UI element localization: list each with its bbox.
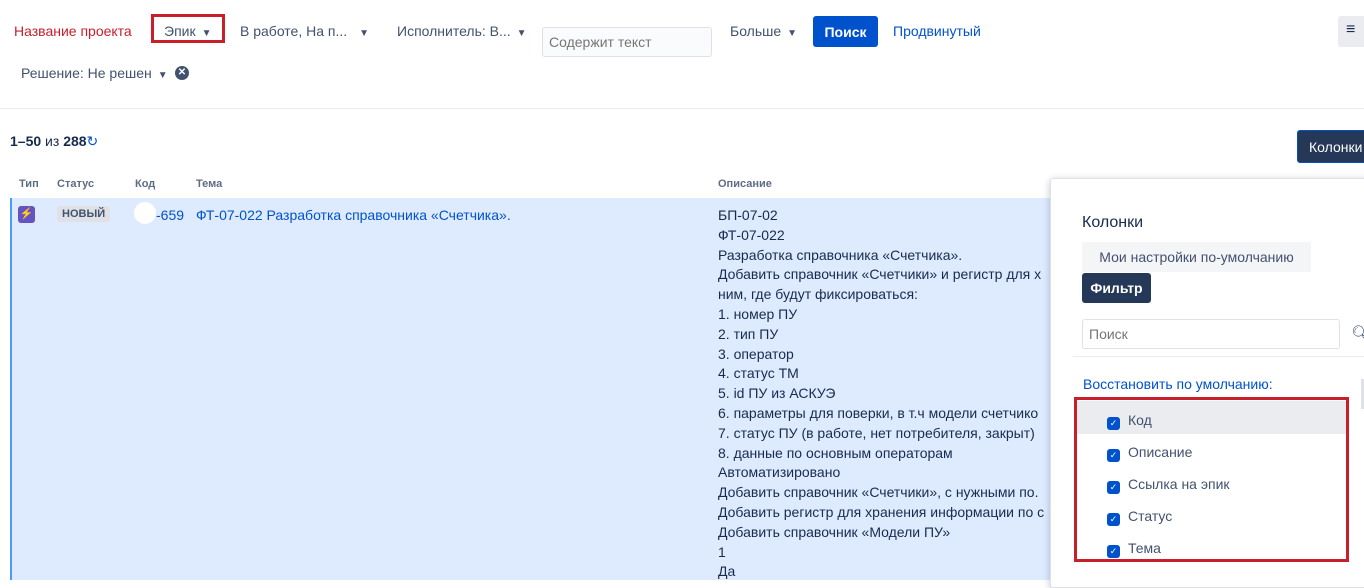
assignee-filter[interactable]: Исполнитель: В... ▼	[397, 23, 527, 39]
menu-icon[interactable]: ≡	[1338, 16, 1364, 47]
description-line: Добавить справочник «Счетчики» и регистр…	[718, 266, 1042, 283]
epic-type-icon: ⚡	[18, 206, 35, 223]
issue-key-link[interactable]: -659	[156, 207, 184, 223]
more-filter[interactable]: Больше ▼	[730, 23, 797, 39]
col-description[interactable]: Описание	[718, 178, 772, 190]
resolution-label: Решение: Не решен	[21, 65, 152, 81]
assignee-label: Исполнитель: В...	[397, 23, 511, 39]
col-key[interactable]: Код	[135, 178, 155, 190]
description-line: 6. параметры для поверки, в т.ч модели с…	[718, 404, 1039, 421]
status-label: В работе, На п...	[240, 23, 348, 39]
filter-button[interactable]: Фильтр	[1082, 273, 1151, 303]
chevron-down-icon: ▼	[787, 28, 798, 39]
column-search-input[interactable]	[1082, 319, 1340, 349]
col-type[interactable]: Тип	[19, 178, 39, 190]
description-line: Добавить справочник «Модели ПУ»	[718, 523, 951, 540]
advanced-link[interactable]: Продвинутый	[893, 23, 981, 39]
search-icon[interactable]: 🔍︎	[1351, 324, 1364, 344]
more-label: Больше	[730, 23, 782, 39]
description-line: 1. номер ПУ	[718, 305, 798, 322]
project-filter[interactable]: Название проекта	[14, 23, 132, 39]
clear-icon[interactable]: ✕	[175, 66, 189, 80]
description-line: Добавить регистр для хранения информации…	[718, 503, 1045, 520]
results-count: 1–50 из 288↻	[10, 133, 99, 149]
restore-defaults-link[interactable]: Восстановить по умолчанию:	[1083, 376, 1273, 392]
description-line: Автоматизировано	[718, 464, 841, 481]
description-line: 4. статус ТМ	[718, 365, 799, 382]
popup-title: Колонки	[1082, 214, 1144, 231]
columns-button[interactable]: Колонки	[1297, 130, 1364, 163]
chevron-down-icon: ▼	[516, 28, 527, 39]
redacted-mark	[134, 202, 156, 224]
epic-label: Эпик	[164, 23, 196, 39]
description-line: ним, где будут фиксироваться:	[718, 286, 918, 303]
description-line: 7. статус ПУ (в работе, нет потребителя,…	[718, 424, 1035, 441]
my-defaults-button[interactable]: Мои настройки по-умолчанию	[1082, 242, 1311, 272]
description-line: ФТ-07-022	[718, 226, 785, 243]
status-badge: НОВЫЙ	[57, 206, 111, 222]
highlight-box	[1074, 397, 1349, 562]
description-line: 8. данные по основным операторам	[718, 444, 953, 461]
refresh-icon[interactable]: ↻	[87, 133, 99, 149]
divider	[1073, 356, 1364, 357]
col-status[interactable]: Статус	[57, 178, 94, 190]
description-line: 2. тип ПУ	[718, 325, 779, 342]
issue-description: БП-07-02 ФТ-07-022 Разработка справочника …	[718, 206, 1044, 582]
chevron-down-icon: ▼	[157, 70, 168, 81]
divider	[0, 108, 1364, 109]
status-filter[interactable]: В работе, На п... ▼	[240, 23, 369, 39]
epic-filter[interactable]: Эпик ▼	[164, 23, 212, 39]
description-line: БП-07-02	[718, 207, 778, 223]
chevron-down-icon: ▼	[201, 28, 212, 39]
description-line: Разработка справочника «Счетчика».	[718, 246, 963, 263]
col-summary[interactable]: Тема	[196, 178, 222, 190]
description-line: Да	[718, 563, 736, 580]
description-line: Добавить справочник «Счетчики», с нужным…	[718, 484, 1039, 501]
description-line: 3. оператор	[718, 345, 794, 362]
description-line: 5. id ПУ из АСКУЭ	[718, 385, 836, 402]
search-button[interactable]: Поиск	[813, 16, 878, 47]
text-search-input[interactable]	[542, 27, 712, 57]
chevron-down-icon: ▼	[359, 28, 370, 39]
resolution-filter[interactable]: Решение: Не решен ▼	[21, 65, 168, 81]
columns-popup: Колонки Мои настройки по-умолчанию Фильт…	[1050, 178, 1364, 588]
description-line: 1	[718, 543, 726, 560]
issue-summary-link[interactable]: ФТ-07-022 Разработка справочника «Счетчи…	[196, 207, 511, 223]
